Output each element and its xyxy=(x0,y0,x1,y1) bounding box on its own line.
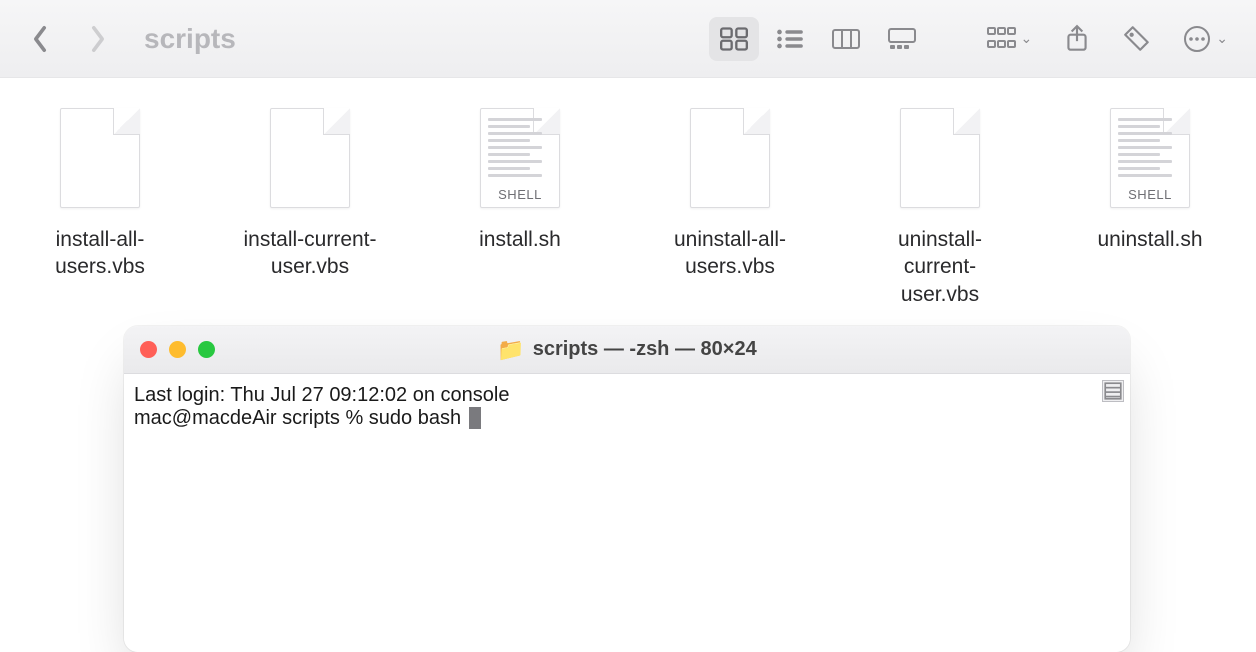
forward-button[interactable] xyxy=(86,27,110,51)
share-button[interactable] xyxy=(1062,24,1092,54)
file-name: install-current-user.vbs xyxy=(240,226,380,281)
file-grid: install-all-users.vbs install-current-use… xyxy=(0,78,1256,338)
file-item[interactable]: SHELL install.sh xyxy=(450,108,590,308)
folder-icon: 📁 xyxy=(497,337,524,363)
terminal-body[interactable]: Last login: Thu Jul 27 09:12:02 on conso… xyxy=(124,374,1130,652)
terminal-titlebar[interactable]: 📁 scripts — -zsh — 80×24 xyxy=(124,326,1130,374)
file-item[interactable]: SHELL uninstall.sh xyxy=(1080,108,1220,308)
file-name: install.sh xyxy=(479,226,561,253)
view-icons-button[interactable] xyxy=(709,17,759,61)
finder-toolbar: scripts ⌄ ⌄ xyxy=(0,0,1256,78)
file-name: uninstall.sh xyxy=(1097,226,1202,253)
file-name: install-all-users.vbs xyxy=(30,226,170,281)
view-gallery-button[interactable] xyxy=(877,17,927,61)
file-item[interactable]: uninstall-current-user.vbs xyxy=(870,108,1010,308)
terminal-window: 📁 scripts — -zsh — 80×24 Last login: Thu… xyxy=(124,326,1130,652)
group-icon xyxy=(987,24,1017,54)
chevron-down-icon: ⌄ xyxy=(1216,30,1228,47)
terminal-line: Last login: Thu Jul 27 09:12:02 on conso… xyxy=(134,384,1120,407)
tags-button[interactable] xyxy=(1122,24,1152,54)
terminal-prompt: mac@macdeAir scripts % sudo bash xyxy=(134,407,1120,430)
view-list-button[interactable] xyxy=(765,17,815,61)
window-title: scripts xyxy=(144,23,236,55)
group-by-button[interactable]: ⌄ xyxy=(987,24,1033,54)
window-close-button[interactable] xyxy=(140,341,157,358)
file-item[interactable]: uninstall-all-users.vbs xyxy=(660,108,800,308)
terminal-alt-screen-icon[interactable] xyxy=(1102,380,1124,402)
file-icon xyxy=(690,108,770,208)
cursor xyxy=(469,407,481,429)
window-zoom-button[interactable] xyxy=(198,341,215,358)
terminal-title: scripts — -zsh — 80×24 xyxy=(533,338,757,361)
action-menu-button[interactable]: ⌄ xyxy=(1182,24,1228,54)
file-item[interactable]: install-current-user.vbs xyxy=(240,108,380,308)
back-button[interactable] xyxy=(28,27,52,51)
file-icon: SHELL xyxy=(480,108,560,208)
window-minimize-button[interactable] xyxy=(169,341,186,358)
view-mode-group xyxy=(709,17,927,61)
shell-badge: SHELL xyxy=(1110,187,1190,202)
more-icon xyxy=(1182,24,1212,54)
file-item[interactable]: install-all-users.vbs xyxy=(30,108,170,308)
file-icon xyxy=(900,108,980,208)
file-icon: SHELL xyxy=(1110,108,1190,208)
chevron-down-icon: ⌄ xyxy=(1021,30,1033,47)
view-columns-button[interactable] xyxy=(821,17,871,61)
file-icon xyxy=(60,108,140,208)
file-name: uninstall-all-users.vbs xyxy=(660,226,800,281)
file-icon xyxy=(270,108,350,208)
file-name: uninstall-current-user.vbs xyxy=(870,226,1010,308)
shell-badge: SHELL xyxy=(480,187,560,202)
